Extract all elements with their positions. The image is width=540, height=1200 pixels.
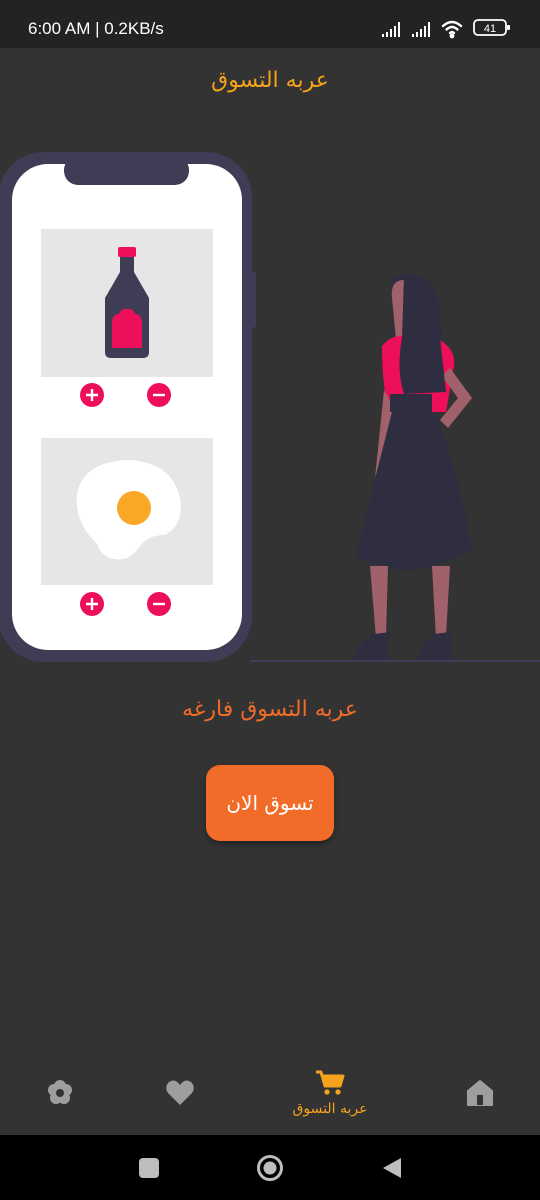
home-icon	[467, 1079, 493, 1106]
recents-icon[interactable]	[138, 1157, 160, 1179]
settings-icon	[48, 1079, 72, 1104]
shop-now-button[interactable]: تسوق الان	[206, 765, 334, 841]
nav-item-favorites[interactable]	[150, 1050, 210, 1135]
minus-button-icon	[147, 383, 171, 407]
nav-item-home[interactable]	[450, 1050, 510, 1135]
empty-cart-message: عربه التسوق فارغه	[182, 697, 358, 722]
empty-cart-illustration	[0, 152, 540, 662]
status-bar: 6:00 AM | 0.2KB/s 41	[0, 0, 540, 48]
woman-figure	[352, 273, 472, 660]
wifi-icon	[441, 20, 463, 39]
status-icons: 41	[382, 19, 510, 39]
minus-button-icon-2	[147, 592, 171, 616]
svg-text:41: 41	[484, 23, 496, 35]
battery-icon: 41	[473, 19, 510, 36]
nav-item-cart[interactable]: عربه التسوق	[270, 1050, 390, 1135]
signal-icon-2	[412, 22, 430, 37]
heart-icon	[166, 1080, 194, 1105]
page-title: عربه التسوق	[211, 68, 329, 93]
back-icon[interactable]	[380, 1156, 404, 1180]
status-time: 6:00 AM | 0.2KB/s	[28, 19, 164, 38]
plus-button-icon	[80, 383, 104, 407]
signal-icon	[382, 22, 400, 37]
home-circle-icon[interactable]	[256, 1154, 284, 1182]
plus-button-icon-2	[80, 592, 104, 616]
cart-icon	[316, 1070, 345, 1095]
nav-item-cart-label: عربه التسوق	[292, 1100, 368, 1117]
system-nav-bar	[0, 1135, 540, 1200]
bottom-nav: عربه التسوق	[0, 1050, 540, 1135]
nav-item-settings[interactable]	[30, 1050, 90, 1135]
phone-illustration	[0, 152, 256, 662]
